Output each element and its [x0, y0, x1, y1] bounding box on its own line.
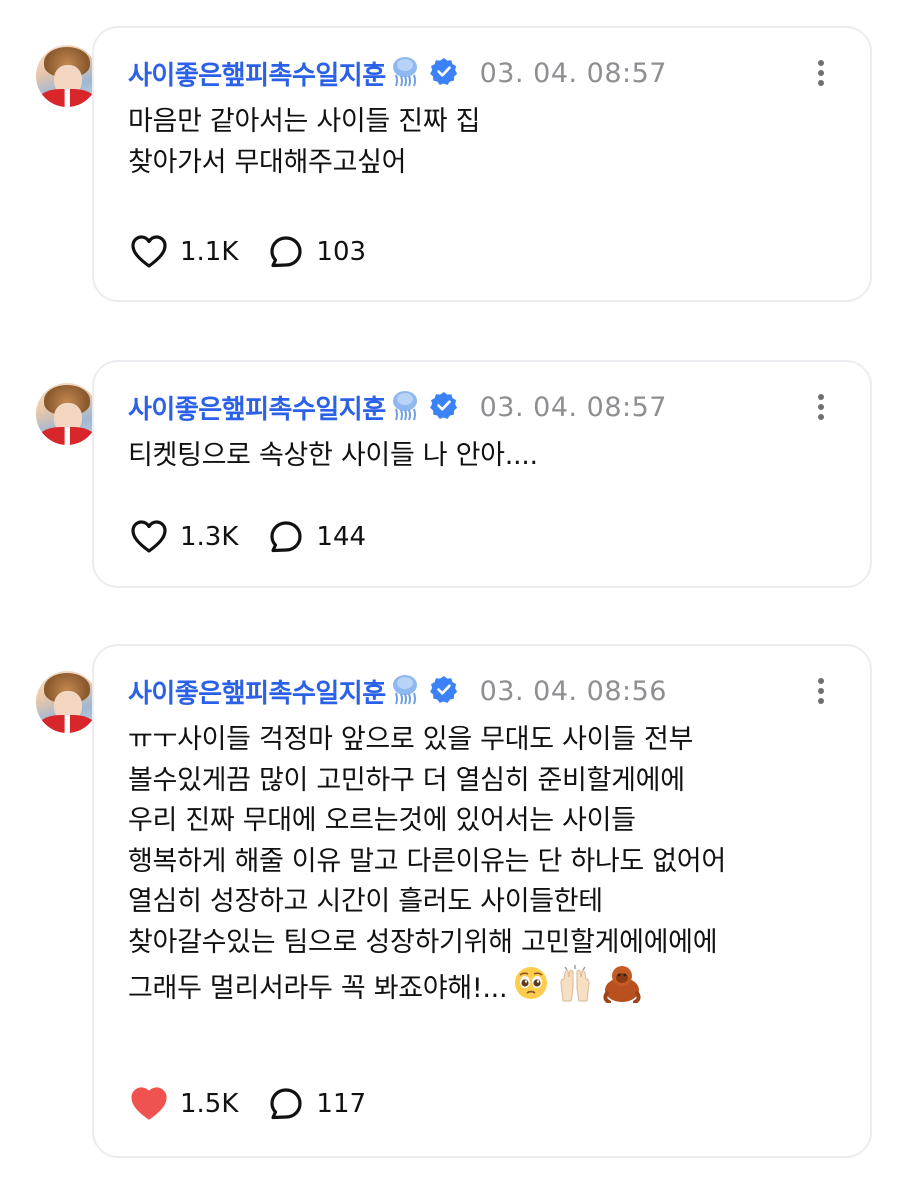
post-line: 볼수있게끔 많이 고민하구 더 열심히 준비할게에에	[128, 764, 685, 796]
more-options-icon[interactable]	[816, 392, 826, 422]
post-line: 찾아가서 무대해주고싶어	[128, 146, 407, 178]
like-button[interactable]: 1.5K	[130, 1087, 238, 1121]
jellyfish-emoji	[390, 673, 420, 709]
comment-count: 144	[316, 522, 367, 552]
post-card[interactable]: 사이좋은햎피촉수일지훈 03. 04. 08:57 마음만 같아서는 사이들 진…	[92, 26, 872, 302]
more-options-icon[interactable]	[816, 58, 826, 88]
pleading-face-emoji	[513, 965, 549, 1014]
comment-count: 117	[316, 1089, 367, 1119]
post-line-last: 그래두 멀리서라두 꼭 봐죠야해!...	[128, 963, 848, 1016]
timestamp: 03. 04. 08:57	[479, 391, 667, 423]
comment-bubble-icon	[270, 236, 303, 268]
post-text: ㅠㅜ사이들 걱정마 앞으로 있을 무대도 사이들 전부 볼수있게끔 많이 고민하…	[128, 720, 848, 1016]
verified-badge-icon	[429, 391, 458, 423]
like-count: 1.5K	[180, 1089, 239, 1119]
post-line: 열심히 성장하고 시간이 흘러도 사이들한테	[128, 886, 603, 917]
timestamp: 03. 04. 08:57	[479, 57, 667, 89]
verified-badge-icon	[429, 675, 458, 707]
comment-bubble-icon	[270, 1088, 303, 1120]
post-header: 사이좋은햎피촉수일지훈 03. 04. 08:56	[128, 673, 667, 710]
post-line: 우리 진짜 무대에 오르는것에 있어서는 사이들	[128, 805, 636, 836]
heart-icon	[131, 520, 167, 553]
post-actions: 1.3K 144	[130, 520, 396, 554]
comment-button[interactable]: 144	[268, 520, 366, 554]
post-header: 사이좋은햎피촉수일지훈 03. 04. 08:57	[128, 55, 667, 92]
post-text: 티켓팅으로 속상한 사이들 나 안아....	[128, 436, 848, 477]
author-name[interactable]: 사이좋은햎피촉수일지훈	[128, 389, 386, 426]
timestamp: 03. 04. 08:56	[479, 675, 667, 707]
post-line: ㅠㅜ사이들 걱정마 앞으로 있을 무대도 사이들 전부	[128, 724, 694, 755]
post-card[interactable]: 사이좋은햎피촉수일지훈 03. 04. 08:56 ㅠㅜ사이들 걱정마 앞으로 …	[92, 644, 872, 1158]
post-header: 사이좋은햎피촉수일지훈 03. 04. 08:57	[128, 389, 667, 426]
post-actions: 1.5K 117	[130, 1087, 396, 1121]
more-options-icon[interactable]	[816, 676, 826, 706]
post-line: 행복하게 해줄 이유 말고 다른이유는 단 하나도 없어어	[128, 845, 726, 877]
avatar[interactable]	[36, 383, 98, 445]
like-button[interactable]: 1.3K	[130, 520, 238, 554]
raising-hands-emoji	[555, 963, 595, 1016]
post-line: 티켓팅으로 속상한 사이들 나 안아....	[128, 440, 538, 471]
post-actions: 1.1K 103	[130, 235, 396, 269]
jellyfish-emoji	[390, 389, 420, 425]
verified-badge-icon	[429, 57, 458, 89]
author-name[interactable]: 사이좋은햎피촉수일지훈	[128, 673, 386, 710]
like-button[interactable]: 1.1K	[130, 235, 238, 269]
heart-icon	[131, 1087, 167, 1120]
avatar[interactable]	[36, 45, 98, 107]
author-name[interactable]: 사이좋은햎피촉수일지훈	[128, 55, 386, 92]
like-count: 1.1K	[180, 237, 239, 267]
comment-bubble-icon	[270, 521, 303, 553]
avatar[interactable]	[36, 671, 98, 733]
post-line: 마음만 같아서는 사이들 진짜 집	[128, 106, 481, 137]
post-line: 찾아갈수있는 팀으로 성장하기위해 고민할게에에에에	[128, 926, 718, 958]
comment-button[interactable]: 103	[268, 235, 366, 269]
post-text: 마음만 같아서는 사이들 진짜 집 찾아가서 무대해주고싶어	[128, 102, 848, 183]
comment-count: 103	[316, 237, 367, 267]
post-line: 그래두 멀리서라두 꼭 봐죠야해!...	[128, 972, 508, 1004]
orangutan-emoji	[601, 963, 643, 1016]
heart-icon	[131, 235, 167, 268]
comment-button[interactable]: 117	[268, 1087, 366, 1121]
post-card[interactable]: 사이좋은햎피촉수일지훈 03. 04. 08:57 티켓팅으로 속상한 사이들 …	[92, 360, 872, 588]
like-count: 1.3K	[180, 522, 239, 552]
jellyfish-emoji	[390, 55, 420, 91]
